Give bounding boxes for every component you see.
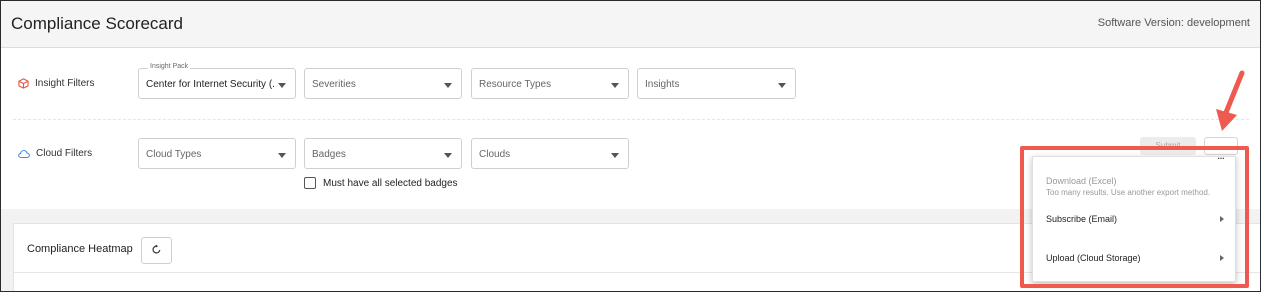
insight-filters-text: Insight Filters: [35, 78, 95, 89]
clouds-placeholder: Clouds: [479, 149, 511, 160]
annotation-highlight-box: [1020, 146, 1249, 288]
page-title: Compliance Scorecard: [11, 14, 183, 33]
cloud-filters-label: Cloud Filters: [18, 148, 92, 159]
must-have-badges-label: Must have all selected badges: [323, 177, 458, 189]
filters-divider: [13, 119, 1249, 120]
cloud-types-select[interactable]: Cloud Types: [138, 138, 296, 169]
software-version: Software Version: development: [1097, 17, 1250, 29]
resource-types-placeholder: Resource Types: [479, 79, 552, 90]
chevron-down-icon: [778, 83, 786, 88]
page-frame: Compliance Scorecard Software Version: d…: [0, 0, 1261, 292]
insight-pack-select[interactable]: Insight Pack Center for Internet Securit…: [138, 63, 296, 99]
clouds-select[interactable]: Clouds: [471, 138, 629, 169]
must-have-badges-checkbox[interactable]: [304, 177, 316, 189]
insights-select[interactable]: Insights: [637, 68, 796, 99]
chevron-down-icon: [278, 83, 286, 88]
badges-select[interactable]: Badges: [304, 138, 462, 169]
insight-pack-value: Center for Internet Security (...: [146, 79, 274, 90]
chevron-down-icon: [611, 153, 619, 158]
page-header: Compliance Scorecard Software Version: d…: [1, 1, 1260, 48]
chevron-down-icon: [278, 153, 286, 158]
insight-pack-floating-label: Insight Pack: [148, 63, 191, 70]
annotation-arrow-icon: [1216, 70, 1245, 131]
cloud-filters-text: Cloud Filters: [36, 148, 93, 159]
cloud-icon: [18, 149, 30, 159]
chevron-down-icon: [611, 83, 619, 88]
severities-placeholder: Severities: [312, 79, 356, 90]
reset-button[interactable]: [141, 237, 172, 264]
chevron-down-icon: [444, 153, 452, 158]
insight-filters-label: Insight Filters: [18, 78, 94, 89]
refresh-icon: [151, 242, 162, 260]
cube-icon: [18, 78, 29, 89]
cloud-types-placeholder: Cloud Types: [146, 149, 202, 160]
badges-placeholder: Badges: [312, 149, 346, 160]
insights-placeholder: Insights: [645, 79, 680, 90]
severities-select[interactable]: Severities: [304, 68, 462, 99]
chevron-down-icon: [444, 83, 452, 88]
heatmap-title: Compliance Heatmap: [27, 243, 133, 255]
must-have-badges-row[interactable]: Must have all selected badges: [304, 177, 458, 189]
resource-types-select[interactable]: Resource Types: [471, 68, 629, 99]
